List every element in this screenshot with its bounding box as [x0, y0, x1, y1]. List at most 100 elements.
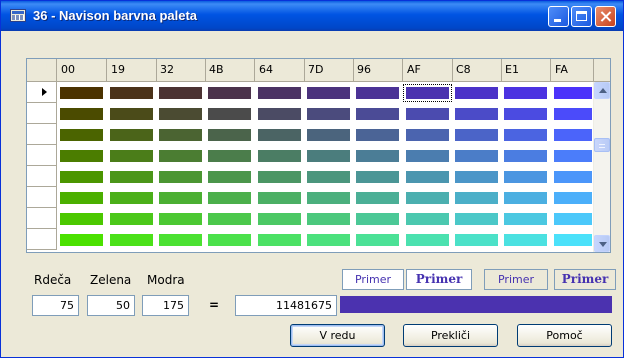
color-cell[interactable]	[110, 108, 153, 120]
color-cell[interactable]	[159, 234, 202, 246]
close-icon[interactable]	[595, 6, 616, 27]
scroll-up-button[interactable]	[594, 82, 610, 99]
color-cell[interactable]	[406, 192, 449, 204]
ok-button[interactable]: V redu	[290, 324, 385, 347]
color-cell[interactable]	[504, 171, 547, 183]
color-cell[interactable]	[406, 234, 449, 246]
color-cell[interactable]	[307, 87, 350, 99]
color-cell[interactable]	[504, 108, 547, 120]
color-cell[interactable]	[307, 129, 350, 141]
color-cell[interactable]	[455, 150, 498, 162]
color-cell[interactable]	[159, 192, 202, 204]
color-cell[interactable]	[356, 171, 399, 183]
row-selector[interactable]	[27, 103, 57, 124]
color-cell[interactable]	[406, 171, 449, 183]
color-cell[interactable]	[307, 108, 350, 120]
color-cell[interactable]	[455, 108, 498, 120]
color-cell[interactable]	[356, 192, 399, 204]
color-cell[interactable]	[455, 129, 498, 141]
color-cell[interactable]	[258, 108, 301, 120]
color-cell[interactable]	[208, 234, 251, 246]
table-window-icon[interactable]	[10, 9, 26, 22]
color-cell[interactable]	[110, 129, 153, 141]
color-cell[interactable]	[307, 192, 350, 204]
color-cell[interactable]	[60, 108, 103, 120]
color-cell[interactable]	[554, 150, 592, 162]
color-cell[interactable]	[504, 192, 547, 204]
color-cell[interactable]	[455, 171, 498, 183]
red-input[interactable]: 75	[32, 295, 79, 316]
color-cell[interactable]	[110, 192, 153, 204]
color-cell[interactable]	[455, 192, 498, 204]
green-input[interactable]: 50	[87, 295, 135, 316]
color-cell[interactable]	[60, 192, 103, 204]
color-cell[interactable]	[208, 87, 251, 99]
color-cell[interactable]	[110, 234, 153, 246]
color-cell[interactable]	[110, 171, 153, 183]
color-cell[interactable]	[208, 129, 251, 141]
color-cell[interactable]	[159, 129, 202, 141]
color-cell[interactable]	[258, 213, 301, 225]
color-cell[interactable]	[356, 87, 399, 99]
color-cell[interactable]	[406, 213, 449, 225]
row-selector[interactable]	[27, 82, 57, 103]
color-cell[interactable]	[60, 171, 103, 183]
color-cell[interactable]	[455, 87, 498, 99]
color-cell[interactable]	[60, 87, 103, 99]
color-cell[interactable]	[258, 234, 301, 246]
color-cell[interactable]	[554, 171, 592, 183]
color-code-field[interactable]: 11481675	[235, 295, 337, 316]
color-cell[interactable]	[554, 87, 592, 99]
color-cell[interactable]	[554, 108, 592, 120]
color-cell[interactable]	[356, 129, 399, 141]
color-cell[interactable]	[406, 129, 449, 141]
color-cell[interactable]	[258, 129, 301, 141]
maximize-icon[interactable]	[571, 6, 592, 27]
color-cell[interactable]	[208, 150, 251, 162]
row-selector[interactable]	[27, 166, 57, 187]
color-cell[interactable]	[554, 234, 592, 246]
color-cell[interactable]	[406, 150, 449, 162]
color-cell[interactable]	[554, 192, 592, 204]
color-cell[interactable]	[208, 108, 251, 120]
row-selector[interactable]	[27, 187, 57, 208]
color-cell[interactable]	[110, 87, 153, 99]
color-cell[interactable]	[159, 171, 202, 183]
color-cell[interactable]	[258, 87, 301, 99]
color-cell[interactable]	[159, 213, 202, 225]
color-cell[interactable]	[258, 192, 301, 204]
color-cell[interactable]	[504, 213, 547, 225]
vertical-scrollbar[interactable]	[593, 82, 610, 252]
color-cell[interactable]	[504, 150, 547, 162]
color-cell[interactable]	[356, 234, 399, 246]
color-cell[interactable]	[258, 150, 301, 162]
color-cell[interactable]	[307, 150, 350, 162]
color-cell[interactable]	[455, 213, 498, 225]
color-cell[interactable]	[208, 213, 251, 225]
color-cell[interactable]	[554, 129, 592, 141]
color-cell[interactable]	[60, 129, 103, 141]
title-bar[interactable]: 36 - Navison barvna paleta	[1, 1, 623, 31]
color-cell[interactable]	[208, 171, 251, 183]
color-cell[interactable]	[159, 87, 202, 99]
color-cell[interactable]	[60, 234, 103, 246]
scroll-thumb[interactable]	[594, 138, 610, 152]
row-selector[interactable]	[27, 145, 57, 166]
color-cell[interactable]	[307, 234, 350, 246]
color-cell[interactable]	[110, 213, 153, 225]
help-button[interactable]: Pomoč	[517, 324, 612, 347]
row-selector[interactable]	[27, 229, 57, 250]
color-cell[interactable]	[455, 234, 498, 246]
color-cell[interactable]	[504, 129, 547, 141]
color-cell[interactable]	[159, 108, 202, 120]
color-cell[interactable]	[60, 150, 103, 162]
color-cell[interactable]	[208, 192, 251, 204]
color-cell[interactable]	[356, 213, 399, 225]
cancel-button[interactable]: Prekliči	[403, 324, 498, 347]
scroll-down-button[interactable]	[594, 235, 610, 252]
color-cell[interactable]	[356, 150, 399, 162]
color-cell[interactable]	[554, 213, 592, 225]
color-cell[interactable]	[356, 108, 399, 120]
minimize-icon[interactable]	[548, 6, 569, 27]
color-cell[interactable]	[159, 150, 202, 162]
